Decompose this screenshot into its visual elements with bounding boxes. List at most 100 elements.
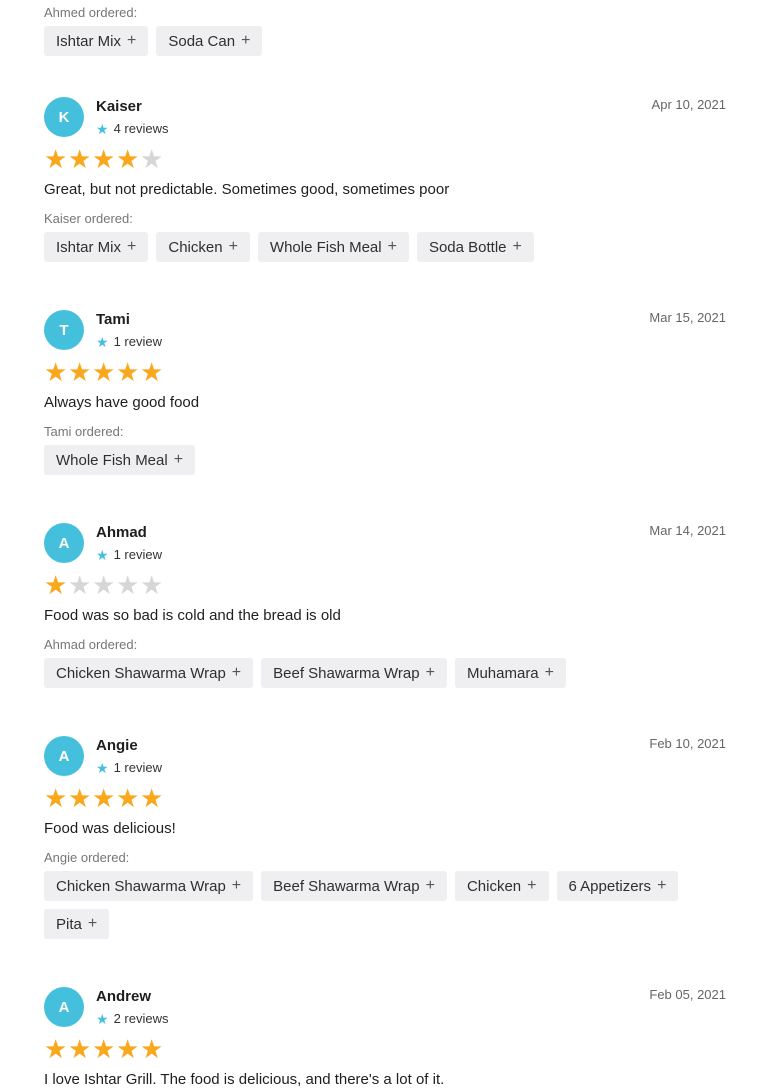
- order-item-chip[interactable]: Chicken +: [156, 232, 250, 262]
- review-date: Apr 10, 2021: [651, 97, 726, 112]
- star-rating: ★ ★ ★ ★ ★: [44, 1035, 726, 1063]
- star-icon: ★: [96, 1010, 109, 1027]
- star-empty-icon: ★: [92, 570, 116, 600]
- order-item-chip[interactable]: Beef Shawarma Wrap +: [261, 658, 447, 688]
- star-rating: ★ ★ ★ ★ ★: [44, 145, 726, 173]
- star-filled-icon: ★: [44, 783, 68, 813]
- review-text: Food was delicious!: [44, 820, 176, 837]
- plus-icon: +: [512, 238, 522, 255]
- plus-icon: +: [231, 664, 242, 681]
- order-item-chip[interactable]: Pita +: [44, 909, 110, 939]
- order-item-label: Whole Fish Meal: [269, 238, 382, 256]
- review-count-text: 4 reviews: [113, 121, 169, 136]
- order-item-label: Pita: [56, 915, 82, 933]
- plus-icon: +: [228, 238, 238, 255]
- order-item-label: 6 Appetizers: [568, 877, 652, 895]
- order-item-chip[interactable]: Whole Fish Meal +: [257, 232, 409, 262]
- order-item-chip[interactable]: Ishtar Mix +: [44, 26, 149, 56]
- order-item-chip[interactable]: Chicken Shawarma Wrap +: [44, 871, 254, 901]
- star-empty-icon: ★: [140, 570, 164, 600]
- order-item-chip[interactable]: Beef Shawarma Wrap +: [261, 871, 447, 901]
- plus-icon: +: [173, 451, 184, 468]
- ordered-label: Kaiser ordered:: [44, 211, 133, 226]
- star-filled-icon: ★: [92, 144, 116, 174]
- star-empty-icon: ★: [116, 570, 140, 600]
- plus-icon: +: [657, 877, 667, 894]
- star-icon: ★: [96, 120, 109, 137]
- order-item-chip[interactable]: Whole Fish Meal +: [44, 445, 196, 475]
- review-date: Mar 15, 2021: [649, 310, 726, 325]
- order-item-label: Ishtar Mix: [56, 238, 122, 256]
- review-card: K Kaiser ★ 4 reviews Apr 10, 2021 ★ ★ ★ ★ ★ G…: [44, 97, 726, 262]
- review-text: Food was so bad is cold and the bread is…: [44, 607, 341, 624]
- plus-icon: +: [425, 877, 435, 894]
- order-item-chip[interactable]: Muhamara +: [454, 658, 566, 688]
- review-date: Feb 10, 2021: [649, 736, 726, 751]
- plus-icon: +: [527, 877, 537, 894]
- order-item-label: Ishtar Mix: [56, 32, 122, 50]
- reviewer-name[interactable]: Ahmad: [96, 524, 147, 541]
- review-count: ★ 1 review: [96, 334, 162, 349]
- review-header: A Ahmad ★ 1 review Mar 14, 2021: [44, 523, 726, 563]
- reviewer-name[interactable]: Kaiser: [96, 98, 142, 115]
- review-count: ★ 4 reviews: [96, 121, 168, 136]
- star-filled-icon: ★: [68, 783, 92, 813]
- star-filled-icon: ★: [44, 570, 68, 600]
- reviewer-name[interactable]: Tami: [96, 311, 130, 328]
- plus-icon: +: [87, 915, 98, 932]
- star-filled-icon: ★: [92, 783, 116, 813]
- reviewer-name[interactable]: Andrew: [96, 988, 151, 1005]
- top-ordered: Ahmed ordered: Ishtar Mix + Soda Can +: [44, 5, 726, 56]
- star-filled-icon: ★: [116, 783, 140, 813]
- order-item-chip[interactable]: Ishtar Mix +: [44, 232, 149, 262]
- order-item-chip[interactable]: Soda Can +: [156, 26, 263, 56]
- avatar: A: [44, 987, 84, 1027]
- order-item-label: Muhamara: [466, 664, 539, 682]
- review-header: T Tami ★ 1 review Mar 15, 2021: [44, 310, 726, 350]
- order-item-label: Beef Shawarma Wrap: [273, 877, 420, 895]
- ordered-items: Ishtar Mix + Chicken + Whole Fish Meal + So…: [44, 232, 726, 262]
- star-filled-icon: ★: [116, 357, 140, 387]
- order-item-label: Chicken Shawarma Wrap: [56, 664, 226, 682]
- review-count-text: 2 reviews: [113, 1011, 169, 1026]
- star-filled-icon: ★: [92, 357, 116, 387]
- review-count-text: 1 review: [113, 547, 162, 562]
- star-filled-icon: ★: [116, 1034, 140, 1064]
- avatar: A: [44, 523, 84, 563]
- plus-icon: +: [241, 32, 251, 49]
- plus-icon: +: [425, 664, 435, 681]
- plus-icon: +: [231, 877, 242, 894]
- order-item-label: Chicken: [168, 238, 223, 256]
- review-count: ★ 1 review: [96, 760, 162, 775]
- review-count-text: 1 review: [113, 334, 162, 349]
- ordered-items: Ishtar Mix + Soda Can +: [44, 26, 726, 56]
- order-item-chip[interactable]: Chicken +: [454, 871, 549, 901]
- review-count: ★ 2 reviews: [96, 1011, 168, 1026]
- star-filled-icon: ★: [68, 1034, 92, 1064]
- star-filled-icon: ★: [68, 357, 92, 387]
- order-item-label: Chicken Shawarma Wrap: [56, 877, 226, 895]
- review-card: A Andrew ★ 2 reviews Feb 05, 2021 ★ ★ ★ ★ ★ I…: [44, 987, 726, 1089]
- plus-icon: +: [127, 32, 137, 49]
- order-item-chip[interactable]: 6 Appetizers +: [556, 871, 679, 901]
- avatar: K: [44, 97, 84, 137]
- star-filled-icon: ★: [44, 144, 68, 174]
- ordered-items: Chicken Shawarma Wrap + Beef Shawarma Wra…: [44, 871, 726, 939]
- star-empty-icon: ★: [140, 144, 164, 174]
- reviewer-name[interactable]: Angie: [96, 737, 138, 754]
- review-date: Mar 14, 2021: [649, 523, 726, 538]
- order-item-chip[interactable]: Soda Bottle +: [416, 232, 534, 262]
- review-date: Feb 05, 2021: [649, 987, 726, 1002]
- review-card: A Angie ★ 1 review Feb 10, 2021 ★ ★ ★ ★ ★ Foo…: [44, 736, 726, 939]
- avatar: T: [44, 310, 84, 350]
- star-filled-icon: ★: [140, 783, 164, 813]
- review-header: A Angie ★ 1 review Feb 10, 2021: [44, 736, 726, 776]
- order-item-chip[interactable]: Chicken Shawarma Wrap +: [44, 658, 254, 688]
- review-card: T Tami ★ 1 review Mar 15, 2021 ★ ★ ★ ★ ★ Alwa…: [44, 310, 726, 475]
- plus-icon: +: [544, 664, 554, 681]
- order-item-label: Soda Bottle: [428, 238, 507, 256]
- ordered-items: Whole Fish Meal +: [44, 445, 726, 475]
- star-filled-icon: ★: [140, 1034, 164, 1064]
- order-item-label: Soda Can: [168, 32, 236, 50]
- star-filled-icon: ★: [44, 357, 68, 387]
